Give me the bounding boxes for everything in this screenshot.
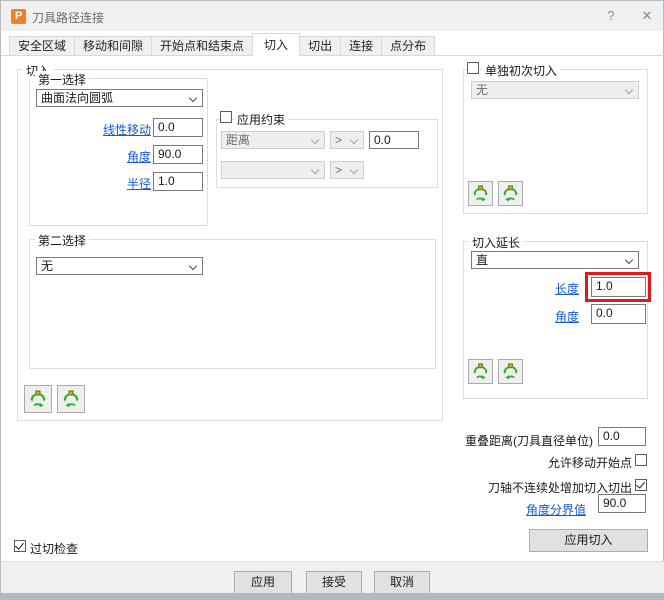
constraint1-operator-value: >: [335, 133, 343, 147]
tab-point-distribution[interactable]: 点分布: [381, 36, 436, 56]
angle-label[interactable]: 角度: [61, 148, 151, 165]
angular-threshold-field[interactable]: 90.0: [598, 494, 646, 513]
constraint1-type-select: 距离: [221, 131, 325, 149]
copy-lead-reverse-button[interactable]: [498, 181, 523, 206]
angle-field[interactable]: 90.0: [153, 145, 203, 164]
separate-first-lead-select: 无: [471, 81, 639, 99]
footer-bar: 应用 接受 取消: [1, 561, 664, 594]
constraint2-type-select: [221, 161, 325, 179]
first-choice-value: 曲面法向圆弧: [41, 91, 114, 105]
tab-bar: 安全区域 移动和间隙 开始点和结束点 切入 切出 连接 点分布: [9, 33, 436, 56]
overlap-distance-label: 重叠距离(刀具直径单位): [465, 434, 593, 448]
add-leads-discontinuity-checkbox[interactable]: [635, 479, 647, 491]
first-choice-select[interactable]: 曲面法向圆弧: [36, 89, 203, 107]
chevron-down-icon: [349, 135, 359, 145]
copy-lead-forward-icon: [473, 185, 488, 202]
toolpath-connections-dialog: P 刀具路径连接 ? ✕ 安全区域 移动和间隙 开始点和结束点 切入 切出 连接…: [0, 0, 664, 594]
copy-lead-reverse-icon: [503, 185, 518, 202]
constraint1-operator-select: >: [330, 131, 364, 149]
background-window-strip: [0, 593, 664, 600]
constraints-label: 应用约束: [234, 111, 289, 128]
close-button[interactable]: ✕: [635, 7, 659, 25]
copy-lead-forward-button[interactable]: [468, 359, 493, 384]
chevron-down-icon: [624, 255, 634, 265]
help-button[interactable]: ?: [599, 7, 623, 25]
extension-length-label[interactable]: 长度: [529, 280, 579, 297]
separate-first-lead-label: 单独初次切入: [482, 62, 561, 79]
chevron-down-icon: [310, 135, 320, 145]
linear-move-label[interactable]: 线性移动: [61, 121, 151, 138]
separate-first-lead-checkbox[interactable]: [467, 62, 479, 74]
apply-button[interactable]: 应用: [234, 571, 292, 594]
overlap-distance-field[interactable]: 0.0: [598, 427, 646, 446]
linear-move-field[interactable]: 0.0: [153, 118, 203, 137]
extension-type-select[interactable]: 直: [471, 251, 639, 269]
second-choice-select[interactable]: 无: [36, 257, 203, 275]
copy-lead-reverse-icon: [503, 363, 518, 380]
constraint2-operator-value: >: [335, 163, 343, 177]
apply-lead-in-button[interactable]: 应用切入: [529, 529, 648, 552]
second-choice-label: 第二选择: [35, 232, 90, 249]
chevron-down-icon: [188, 93, 198, 103]
chevron-down-icon: [310, 165, 320, 175]
copy-lead-forward-icon: [473, 363, 488, 380]
chevron-down-icon: [188, 261, 198, 271]
constraints-checkbox[interactable]: [220, 111, 232, 123]
angular-threshold-label[interactable]: 角度分界值: [496, 501, 586, 518]
tab-lead-out[interactable]: 切出: [299, 36, 342, 56]
copy-lead-reverse-button[interactable]: [57, 385, 85, 413]
copy-lead-forward-button[interactable]: [24, 385, 52, 413]
gouge-check-label: 过切检查: [30, 542, 79, 556]
accept-button[interactable]: 接受: [306, 571, 362, 594]
tab-start-end-points[interactable]: 开始点和结束点: [151, 36, 254, 56]
tab-safe-area[interactable]: 安全区域: [9, 36, 76, 56]
tab-links[interactable]: 连接: [340, 36, 383, 56]
tab-lead-in[interactable]: 切入: [252, 33, 301, 56]
cancel-button[interactable]: 取消: [374, 571, 430, 594]
extension-type-value: 直: [476, 253, 489, 267]
copy-lead-forward-button[interactable]: [468, 181, 493, 206]
title-bar: P 刀具路径连接 ? ✕: [1, 1, 663, 31]
app-logo-icon: P: [11, 9, 26, 24]
first-choice-label: 第一选择: [35, 71, 90, 88]
constraint1-value-field[interactable]: 0.0: [369, 131, 419, 149]
copy-lead-reverse-icon: [63, 390, 79, 408]
gouge-check-checkbox[interactable]: [14, 540, 26, 552]
extension-angle-label[interactable]: 角度: [529, 308, 579, 325]
copy-lead-forward-icon: [30, 390, 46, 408]
radius-field[interactable]: 1.0: [153, 172, 203, 191]
chevron-down-icon: [624, 85, 634, 95]
allow-start-move-label: 允许移动开始点: [547, 456, 632, 470]
constraint2-operator-select: >: [330, 161, 364, 179]
lead-in-extension-label: 切入延长: [469, 234, 524, 251]
chevron-down-icon: [349, 165, 359, 175]
window-title: 刀具路径连接: [32, 11, 105, 25]
extension-angle-field[interactable]: 0.0: [591, 304, 646, 324]
extension-length-field[interactable]: 1.0: [591, 277, 646, 297]
copy-lead-reverse-button[interactable]: [498, 359, 523, 384]
separate-first-lead-value: 无: [476, 83, 489, 97]
constraint1-type-value: 距离: [226, 133, 251, 147]
second-choice-value: 无: [41, 259, 54, 273]
tab-moves-clearances[interactable]: 移动和间隙: [74, 36, 153, 56]
allow-start-move-checkbox[interactable]: [635, 454, 647, 466]
radius-label[interactable]: 半径: [61, 175, 151, 192]
